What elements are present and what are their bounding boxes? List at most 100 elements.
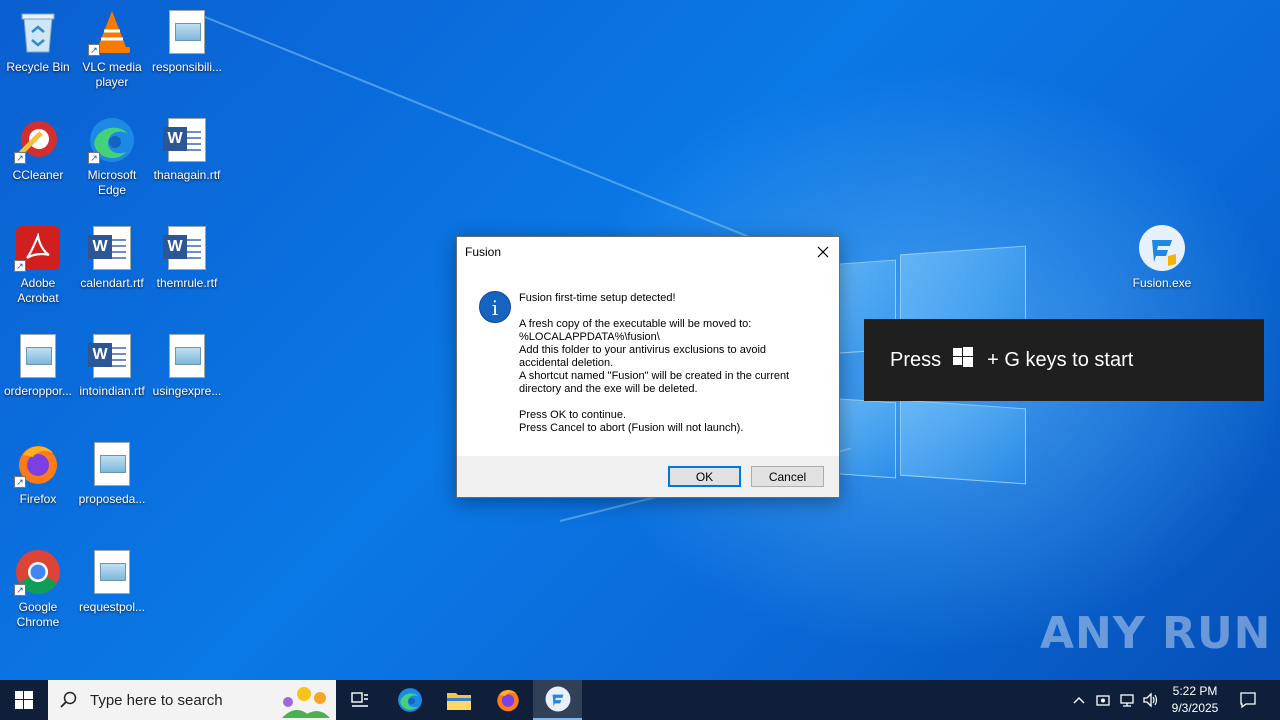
image-file-icon <box>88 440 136 488</box>
icon-label: proposeda... <box>78 492 146 506</box>
task-view-icon <box>351 692 368 707</box>
anyrun-watermark: ANY RUN <box>1040 608 1272 659</box>
dialog-message: Fusion first-time setup detected! A fres… <box>519 292 819 435</box>
message-line <box>519 396 819 409</box>
icon-label: intoindian.rtf <box>79 384 145 398</box>
desktop-icon-orderoppor[interactable]: orderoppor... <box>0 332 76 399</box>
dialog-titlebar[interactable]: Fusion <box>457 237 839 267</box>
start-button[interactable] <box>0 680 48 720</box>
desktop-icon-firefox[interactable]: ↗ Firefox <box>0 440 76 507</box>
fusion-app-icon <box>1138 224 1186 272</box>
toast-text-prefix: Press <box>890 348 942 371</box>
icon-label: calendart.rtf <box>80 276 144 290</box>
game-bar-toast: Press + G keys to start <box>864 319 1264 401</box>
desktop-icon-fusion-exe[interactable]: Fusion.exe <box>1124 224 1200 291</box>
info-icon: i <box>479 291 511 323</box>
folder-icon <box>447 693 471 710</box>
taskbar-file-explorer[interactable] <box>435 680 483 720</box>
firefox-icon: ↗ <box>14 440 62 488</box>
message-line <box>519 305 819 318</box>
desktop-icon-google-chrome[interactable]: ↗ Google Chrome <box>0 548 76 630</box>
desktop-icon-usingexpre[interactable]: usingexpre... <box>149 332 225 399</box>
desktop-icon-thanagain[interactable]: W thanagain.rtf <box>149 116 225 183</box>
icon-label: Firefox <box>19 492 57 506</box>
desktop-background: Recycle Bin ↗ CCleaner ↗ Adobe Acrobat o… <box>0 0 1280 680</box>
close-button[interactable] <box>807 237 839 267</box>
icon-label: responsibili... <box>151 60 223 74</box>
icon-label: Microsoft Edge <box>87 168 137 197</box>
action-center-button[interactable] <box>1232 680 1264 720</box>
firefox-icon <box>497 689 519 712</box>
task-view-button[interactable] <box>336 680 384 720</box>
taskbar-fusion-active[interactable] <box>533 680 582 720</box>
ok-button[interactable]: OK <box>668 466 741 487</box>
word-document-icon: W <box>163 116 211 164</box>
vlc-icon: ↗ <box>88 8 136 56</box>
chrome-icon: ↗ <box>14 548 62 596</box>
search-placeholder: Type here to search <box>90 691 223 709</box>
tray-network[interactable] <box>1116 680 1138 720</box>
search-icon <box>60 691 77 708</box>
fusion-app-icon <box>545 686 570 712</box>
shortcut-arrow-icon: ↗ <box>88 44 100 56</box>
taskbar-search-box[interactable]: Type here to search <box>48 680 336 720</box>
message-line: Press Cancel to abort (Fusion will not l… <box>519 422 744 434</box>
tray-meet-now[interactable] <box>1092 680 1114 720</box>
meet-now-icon <box>1096 695 1110 706</box>
taskbar-clock[interactable]: 5:22 PM 9/3/2025 <box>1160 683 1230 717</box>
desktop-icon-proposeda[interactable]: proposeda... <box>74 440 150 507</box>
image-file-icon <box>163 332 211 380</box>
shortcut-arrow-icon: ↗ <box>14 260 26 272</box>
desktop-icon-adobe-acrobat[interactable]: ↗ Adobe Acrobat <box>0 224 76 306</box>
wallpaper-light-beam <box>189 10 840 275</box>
desktop-icon-requestpol[interactable]: requestpol... <box>74 548 150 615</box>
taskbar-firefox[interactable] <box>484 680 532 720</box>
cancel-button[interactable]: Cancel <box>751 466 824 487</box>
desktop-icon-recycle-bin[interactable]: Recycle Bin <box>0 8 76 75</box>
icon-label: orderoppor... <box>3 384 73 398</box>
edge-icon: ↗ <box>88 116 136 164</box>
recycle-bin-icon <box>14 8 62 56</box>
desktop-icon-responsibili[interactable]: responsibili... <box>149 8 225 75</box>
word-document-icon: W <box>88 332 136 380</box>
icon-label: VLC media player <box>82 60 142 89</box>
icon-label: usingexpre... <box>152 384 222 398</box>
icon-label: CCleaner <box>12 168 64 182</box>
shortcut-arrow-icon: ↗ <box>14 476 26 488</box>
close-icon <box>817 246 829 258</box>
chevron-up-icon <box>1073 697 1085 704</box>
message-line: directory and the exe will be deleted. <box>519 383 698 395</box>
tray-volume[interactable] <box>1140 680 1162 720</box>
dialog-title: Fusion <box>465 245 502 259</box>
icon-label: Fusion.exe <box>1132 276 1192 290</box>
adobe-acrobat-icon: ↗ <box>14 224 62 272</box>
shortcut-arrow-icon: ↗ <box>88 152 100 164</box>
icon-label: thanagain.rtf <box>153 168 221 182</box>
desktop-icon-vlc[interactable]: ↗ VLC media player <box>74 8 150 90</box>
edge-icon <box>398 688 422 712</box>
fusion-dialog: Fusion i Fusion first-time setup detecte… <box>456 236 840 498</box>
desktop-icon-intoindian[interactable]: W intoindian.rtf <box>74 332 150 399</box>
shortcut-arrow-icon: ↗ <box>14 584 26 596</box>
volume-icon <box>1143 692 1158 708</box>
notification-icon <box>1240 692 1256 709</box>
message-line: %LOCALAPPDATA%\fusion\ <box>519 331 660 343</box>
taskbar: Type here to search 5:22 PM 9/3/2025 <box>0 680 1280 720</box>
desktop-icon-themrule[interactable]: W themrule.rtf <box>149 224 225 291</box>
message-line: A fresh copy of the executable will be m… <box>519 318 752 330</box>
icon-label: Recycle Bin <box>6 60 70 74</box>
toast-text-suffix: + G keys to start <box>987 348 1134 371</box>
taskbar-edge[interactable] <box>386 680 434 720</box>
icon-label: Adobe Acrobat <box>17 276 59 305</box>
message-line: Press OK to continue. <box>519 409 626 421</box>
desktop-icon-calendart[interactable]: W calendart.rtf <box>74 224 150 291</box>
message-line: Fusion first-time setup detected! <box>519 292 676 304</box>
image-file-icon <box>163 8 211 56</box>
clock-time: 5:22 PM <box>1172 684 1218 698</box>
desktop-icon-ccleaner[interactable]: ↗ CCleaner <box>0 116 76 183</box>
word-document-icon: W <box>163 224 211 272</box>
desktop-icon-microsoft-edge[interactable]: ↗ Microsoft Edge <box>74 116 150 198</box>
dialog-footer: OK Cancel <box>457 456 839 497</box>
show-hidden-icons-button[interactable] <box>1068 680 1090 720</box>
word-document-icon: W <box>88 224 136 272</box>
